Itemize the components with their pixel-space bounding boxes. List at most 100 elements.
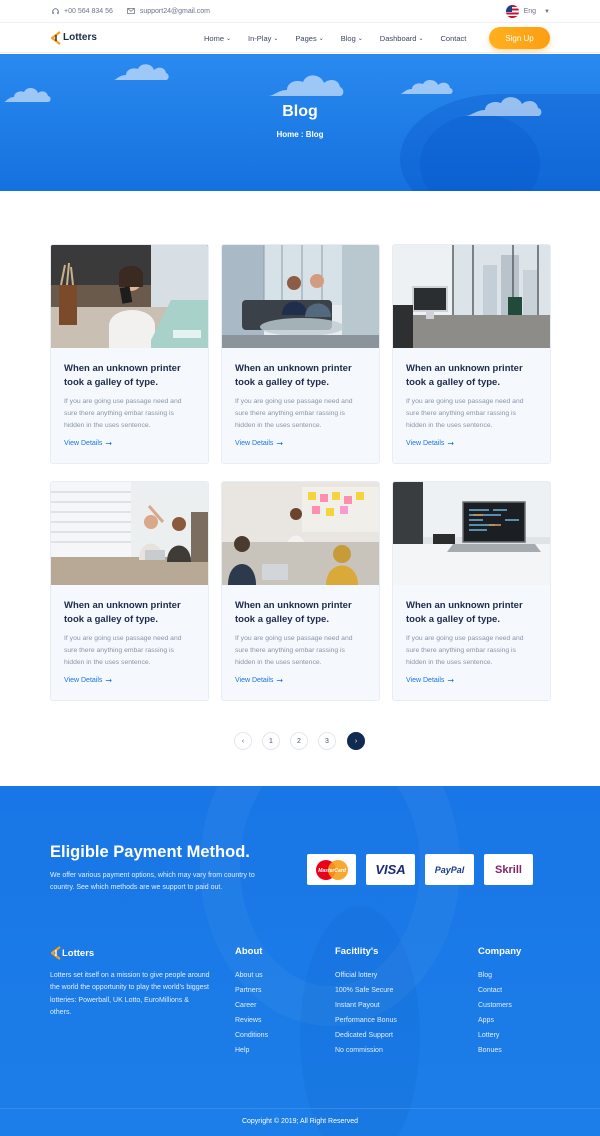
view-details-link[interactable]: View Details ➞ xyxy=(393,432,550,448)
page-hero: Blog Home : Blog xyxy=(0,54,600,191)
view-details-label: View Details xyxy=(235,677,274,684)
view-details-link[interactable]: View Details ➞ xyxy=(393,669,550,685)
nav-home[interactable]: Home ⌄ xyxy=(204,34,231,43)
pagination-next-button[interactable]: › xyxy=(347,732,365,750)
footer-brand-logo[interactable]: Lotters xyxy=(50,946,94,960)
arrow-right-icon: ➞ xyxy=(105,676,113,685)
main-menu: Home ⌄ In-Play ⌄ Pages ⌄ Blog ⌄ Dashboard ⌄ C… xyxy=(204,23,483,53)
view-details-link[interactable]: View Details ➞ xyxy=(222,432,379,448)
cloud-icon xyxy=(268,75,344,96)
skrill-label: Skrill xyxy=(495,863,522,876)
chevron-right-icon: › xyxy=(354,737,358,745)
chevron-left-icon: ‹ xyxy=(241,737,245,745)
blog-card-title[interactable]: When an unknown printer took a galley of… xyxy=(222,585,379,627)
blog-card[interactable]: When an unknown printer took a galley of… xyxy=(221,481,380,701)
nav-blog[interactable]: Blog ⌄ xyxy=(341,34,363,43)
footer-link[interactable]: Instant Payout xyxy=(335,998,397,1013)
footer-link[interactable]: Reviews xyxy=(235,1013,268,1028)
blog-card-title[interactable]: When an unknown printer took a galley of… xyxy=(51,348,208,390)
footer-link[interactable]: Blog xyxy=(478,968,521,983)
nav-contact-label: Contact xyxy=(440,33,467,43)
view-details-label: View Details xyxy=(406,440,445,447)
footer-link[interactable]: Conditions xyxy=(235,1028,268,1043)
footer-link[interactable]: 100% Safe Secure xyxy=(335,983,397,998)
nav-blog-label: Blog xyxy=(340,33,356,43)
blog-card-title[interactable]: When an unknown printer took a galley of… xyxy=(51,585,208,627)
sign-up-button[interactable]: Sign Up xyxy=(489,27,550,49)
chevron-down-icon: ⌄ xyxy=(357,35,363,42)
cloud-icon xyxy=(4,87,51,102)
brand-name: Lotters xyxy=(63,32,97,43)
footer-link[interactable]: About us xyxy=(235,968,268,983)
footer-link[interactable]: Dedicated Support xyxy=(335,1028,397,1043)
blog-card[interactable]: When an unknown printer took a galley of… xyxy=(392,481,551,701)
language-selector[interactable]: Eng ▼ xyxy=(505,5,550,18)
footer-link[interactable]: Help xyxy=(235,1043,268,1058)
arrow-right-icon: ➞ xyxy=(105,439,113,448)
skrill-logo: Skrill xyxy=(484,854,533,885)
language-label: Eng xyxy=(523,8,537,15)
view-details-link[interactable]: View Details ➞ xyxy=(51,432,208,448)
footer-link[interactable]: Performance Bonus xyxy=(335,1013,397,1028)
nav-pages[interactable]: Pages ⌄ xyxy=(295,34,323,43)
footer-link[interactable]: Apps xyxy=(478,1013,521,1028)
footer-link[interactable]: Contact xyxy=(478,983,521,998)
nav-home-label: Home xyxy=(204,33,225,43)
mail-icon xyxy=(127,8,135,14)
payment-description: We offer various payment options, which … xyxy=(50,872,255,891)
footer-link[interactable]: Official lottery xyxy=(335,968,397,983)
nav-dashboard[interactable]: Dashboard ⌄ xyxy=(380,34,424,43)
chevron-down-icon: ⌄ xyxy=(418,35,424,42)
brand-logo[interactable]: Lotters xyxy=(50,30,97,45)
phone-info[interactable]: +00 564 834 56 xyxy=(52,8,113,15)
view-details-link[interactable]: View Details ➞ xyxy=(222,669,379,685)
logo-mark-icon xyxy=(50,946,61,960)
footer-link[interactable]: No commission xyxy=(335,1043,397,1058)
email-info[interactable]: support24@gmail.com xyxy=(127,8,210,15)
payment-title: Eligible Payment Method. xyxy=(50,843,250,861)
footer-link[interactable]: Lottery xyxy=(478,1028,521,1043)
blog-card[interactable]: When an unknown printer took a galley of… xyxy=(50,244,209,464)
pagination-page-2[interactable]: 2 xyxy=(290,732,308,750)
nav-dashboard-label: Dashboard xyxy=(379,33,417,43)
pagination-prev-button[interactable]: ‹ xyxy=(234,732,252,750)
page-title: Blog xyxy=(282,103,318,120)
pagination-page-1[interactable]: 1 xyxy=(262,732,280,750)
paypal-label: PayPal xyxy=(434,864,465,875)
footer-divider xyxy=(0,1108,600,1109)
blog-image-laptop-code-desk[interactable] xyxy=(393,482,550,585)
blog-image-office-desk-imac[interactable] xyxy=(393,245,550,348)
nav-contact[interactable]: Contact xyxy=(441,34,467,43)
blog-card-title[interactable]: When an unknown printer took a galley of… xyxy=(393,585,550,627)
footer-about-text: Lotters set itself on a mission to give … xyxy=(50,972,210,1016)
arrow-right-icon: ➞ xyxy=(447,676,455,685)
logo-mark-icon xyxy=(50,30,61,45)
footer-link[interactable]: Career xyxy=(235,998,268,1013)
footer-link[interactable]: Partners xyxy=(235,983,268,998)
mastercard-logo: MasterCard xyxy=(307,854,356,885)
blog-image-women-floor-laptop[interactable] xyxy=(51,482,208,585)
blog-card[interactable]: When an unknown printer took a galley of… xyxy=(50,481,209,701)
blog-card-excerpt: If you are going use passage need and su… xyxy=(64,398,182,429)
view-details-label: View Details xyxy=(64,677,103,684)
blog-image-team-sticky-notes[interactable] xyxy=(222,482,379,585)
blog-card[interactable]: When an unknown printer took a galley of… xyxy=(392,244,551,464)
blog-card-title[interactable]: When an unknown printer took a galley of… xyxy=(393,348,550,390)
blog-image-woman-phone-laptop[interactable] xyxy=(51,245,208,348)
blog-image-men-meeting-sofa[interactable] xyxy=(222,245,379,348)
view-details-link[interactable]: View Details ➞ xyxy=(51,669,208,685)
us-flag-icon xyxy=(505,5,519,18)
arrow-right-icon: ➞ xyxy=(276,676,284,685)
blog-card-excerpt: If you are going use passage need and su… xyxy=(235,635,353,666)
blog-card-title[interactable]: When an unknown printer took a galley of… xyxy=(222,348,379,390)
blog-card[interactable]: When an unknown printer took a galley of… xyxy=(221,244,380,464)
footer-column-facilities: Facitlity's Official lottery 100% Safe S… xyxy=(335,946,397,1058)
visa-label: VISA xyxy=(375,862,406,877)
nav-in-play[interactable]: In-Play ⌄ xyxy=(248,34,278,43)
phone-number: +00 564 834 56 xyxy=(64,7,113,15)
footer-link[interactable]: Bonues xyxy=(478,1043,521,1058)
pagination-page-3[interactable]: 3 xyxy=(318,732,336,750)
footer-link[interactable]: Customers xyxy=(478,998,521,1013)
chevron-down-icon: ⌄ xyxy=(318,35,324,42)
nav-in-play-label: In-Play xyxy=(248,33,272,43)
